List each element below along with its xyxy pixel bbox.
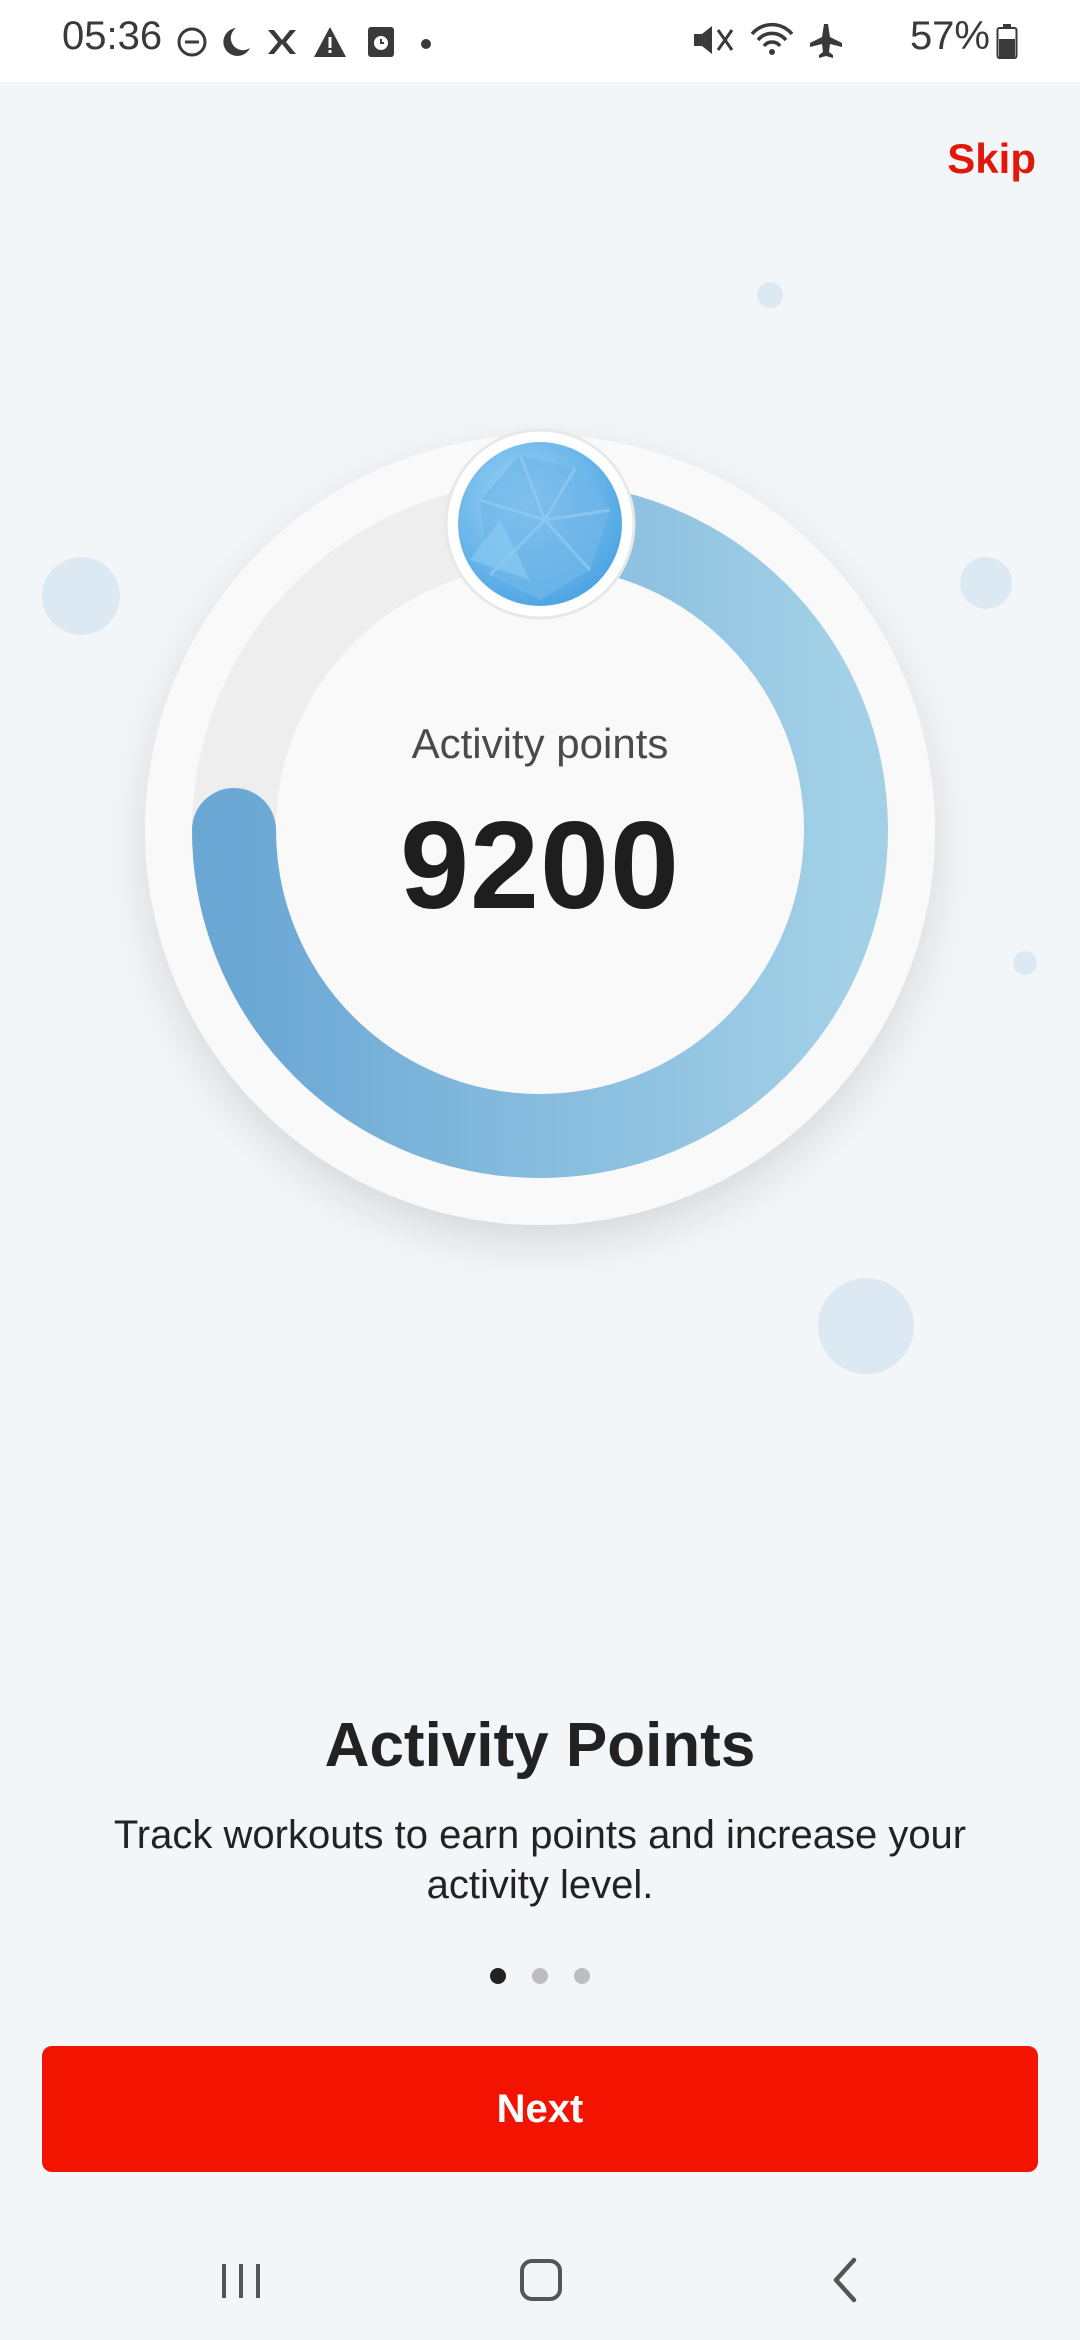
home-icon[interactable] [516,2250,566,2310]
progress-ring [145,428,935,1225]
activity-points-hero: Activity points 9200 [0,0,1080,1300]
page-dot [490,1968,506,1984]
ring-label: Activity points [411,720,669,767]
blue-gem-icon [444,428,636,620]
page-dot [574,1968,590,1984]
page-dot [532,1968,548,1984]
system-nav-bar [0,2220,1080,2340]
recents-icon[interactable] [218,2250,264,2310]
page-description: Track workouts to earn points and increa… [113,1813,967,1907]
next-button[interactable]: Next [42,2046,1038,2172]
activity-points-value: 9200 [400,797,680,935]
page-indicator [0,1968,1080,1984]
back-icon[interactable] [826,2250,866,2310]
page-title: Activity Points [324,1711,756,1780]
